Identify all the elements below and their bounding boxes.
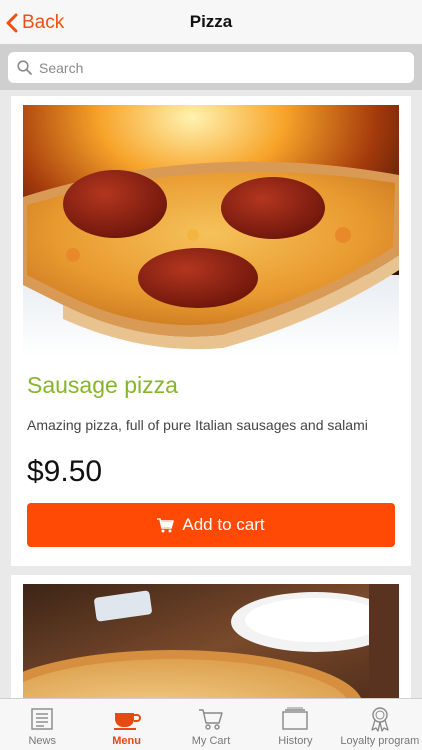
item-description: Amazing pizza, full of pure Italian saus…	[27, 417, 368, 433]
tab-loyalty-program[interactable]: Loyalty program	[338, 699, 422, 750]
product-card: Sausage pizza Amazing pizza, full of pur…	[11, 96, 411, 566]
search-icon	[17, 60, 32, 75]
product-card	[11, 575, 411, 714]
history-icon	[281, 705, 309, 733]
search-input[interactable]	[39, 59, 379, 76]
cart-icon	[198, 705, 224, 733]
award-ribbon-icon	[368, 705, 392, 733]
tab-label: History	[278, 735, 313, 747]
page-title: Pizza	[189, 12, 233, 31]
pizza-photo[interactable]	[23, 584, 399, 714]
tab-label: News	[28, 735, 56, 747]
pizza-photo[interactable]	[23, 105, 399, 356]
item-name: Sausage pizza	[27, 372, 178, 398]
cart-icon	[157, 517, 175, 532]
search-box[interactable]	[8, 52, 414, 83]
cup-icon	[113, 705, 141, 733]
add-to-cart-label: Add to cart	[182, 515, 265, 534]
newspaper-icon	[30, 705, 54, 733]
tab-menu[interactable]: Menu	[84, 699, 168, 750]
tab-news[interactable]: News	[0, 699, 84, 750]
add-to-cart-button[interactable]: Add to cart	[27, 503, 395, 547]
tab-label: Loyalty program	[340, 735, 420, 747]
item-price: $9.50	[27, 455, 103, 488]
tab-bar: News Menu My Cart History Loyalty progra…	[0, 698, 422, 750]
tab-label: Menu	[112, 735, 141, 747]
tab-history[interactable]: History	[253, 699, 337, 750]
navigation-bar: Back Pizza	[0, 0, 422, 44]
search-bar	[0, 44, 422, 90]
tab-my-cart[interactable]: My Cart	[169, 699, 253, 750]
tab-label: My Cart	[191, 735, 231, 747]
